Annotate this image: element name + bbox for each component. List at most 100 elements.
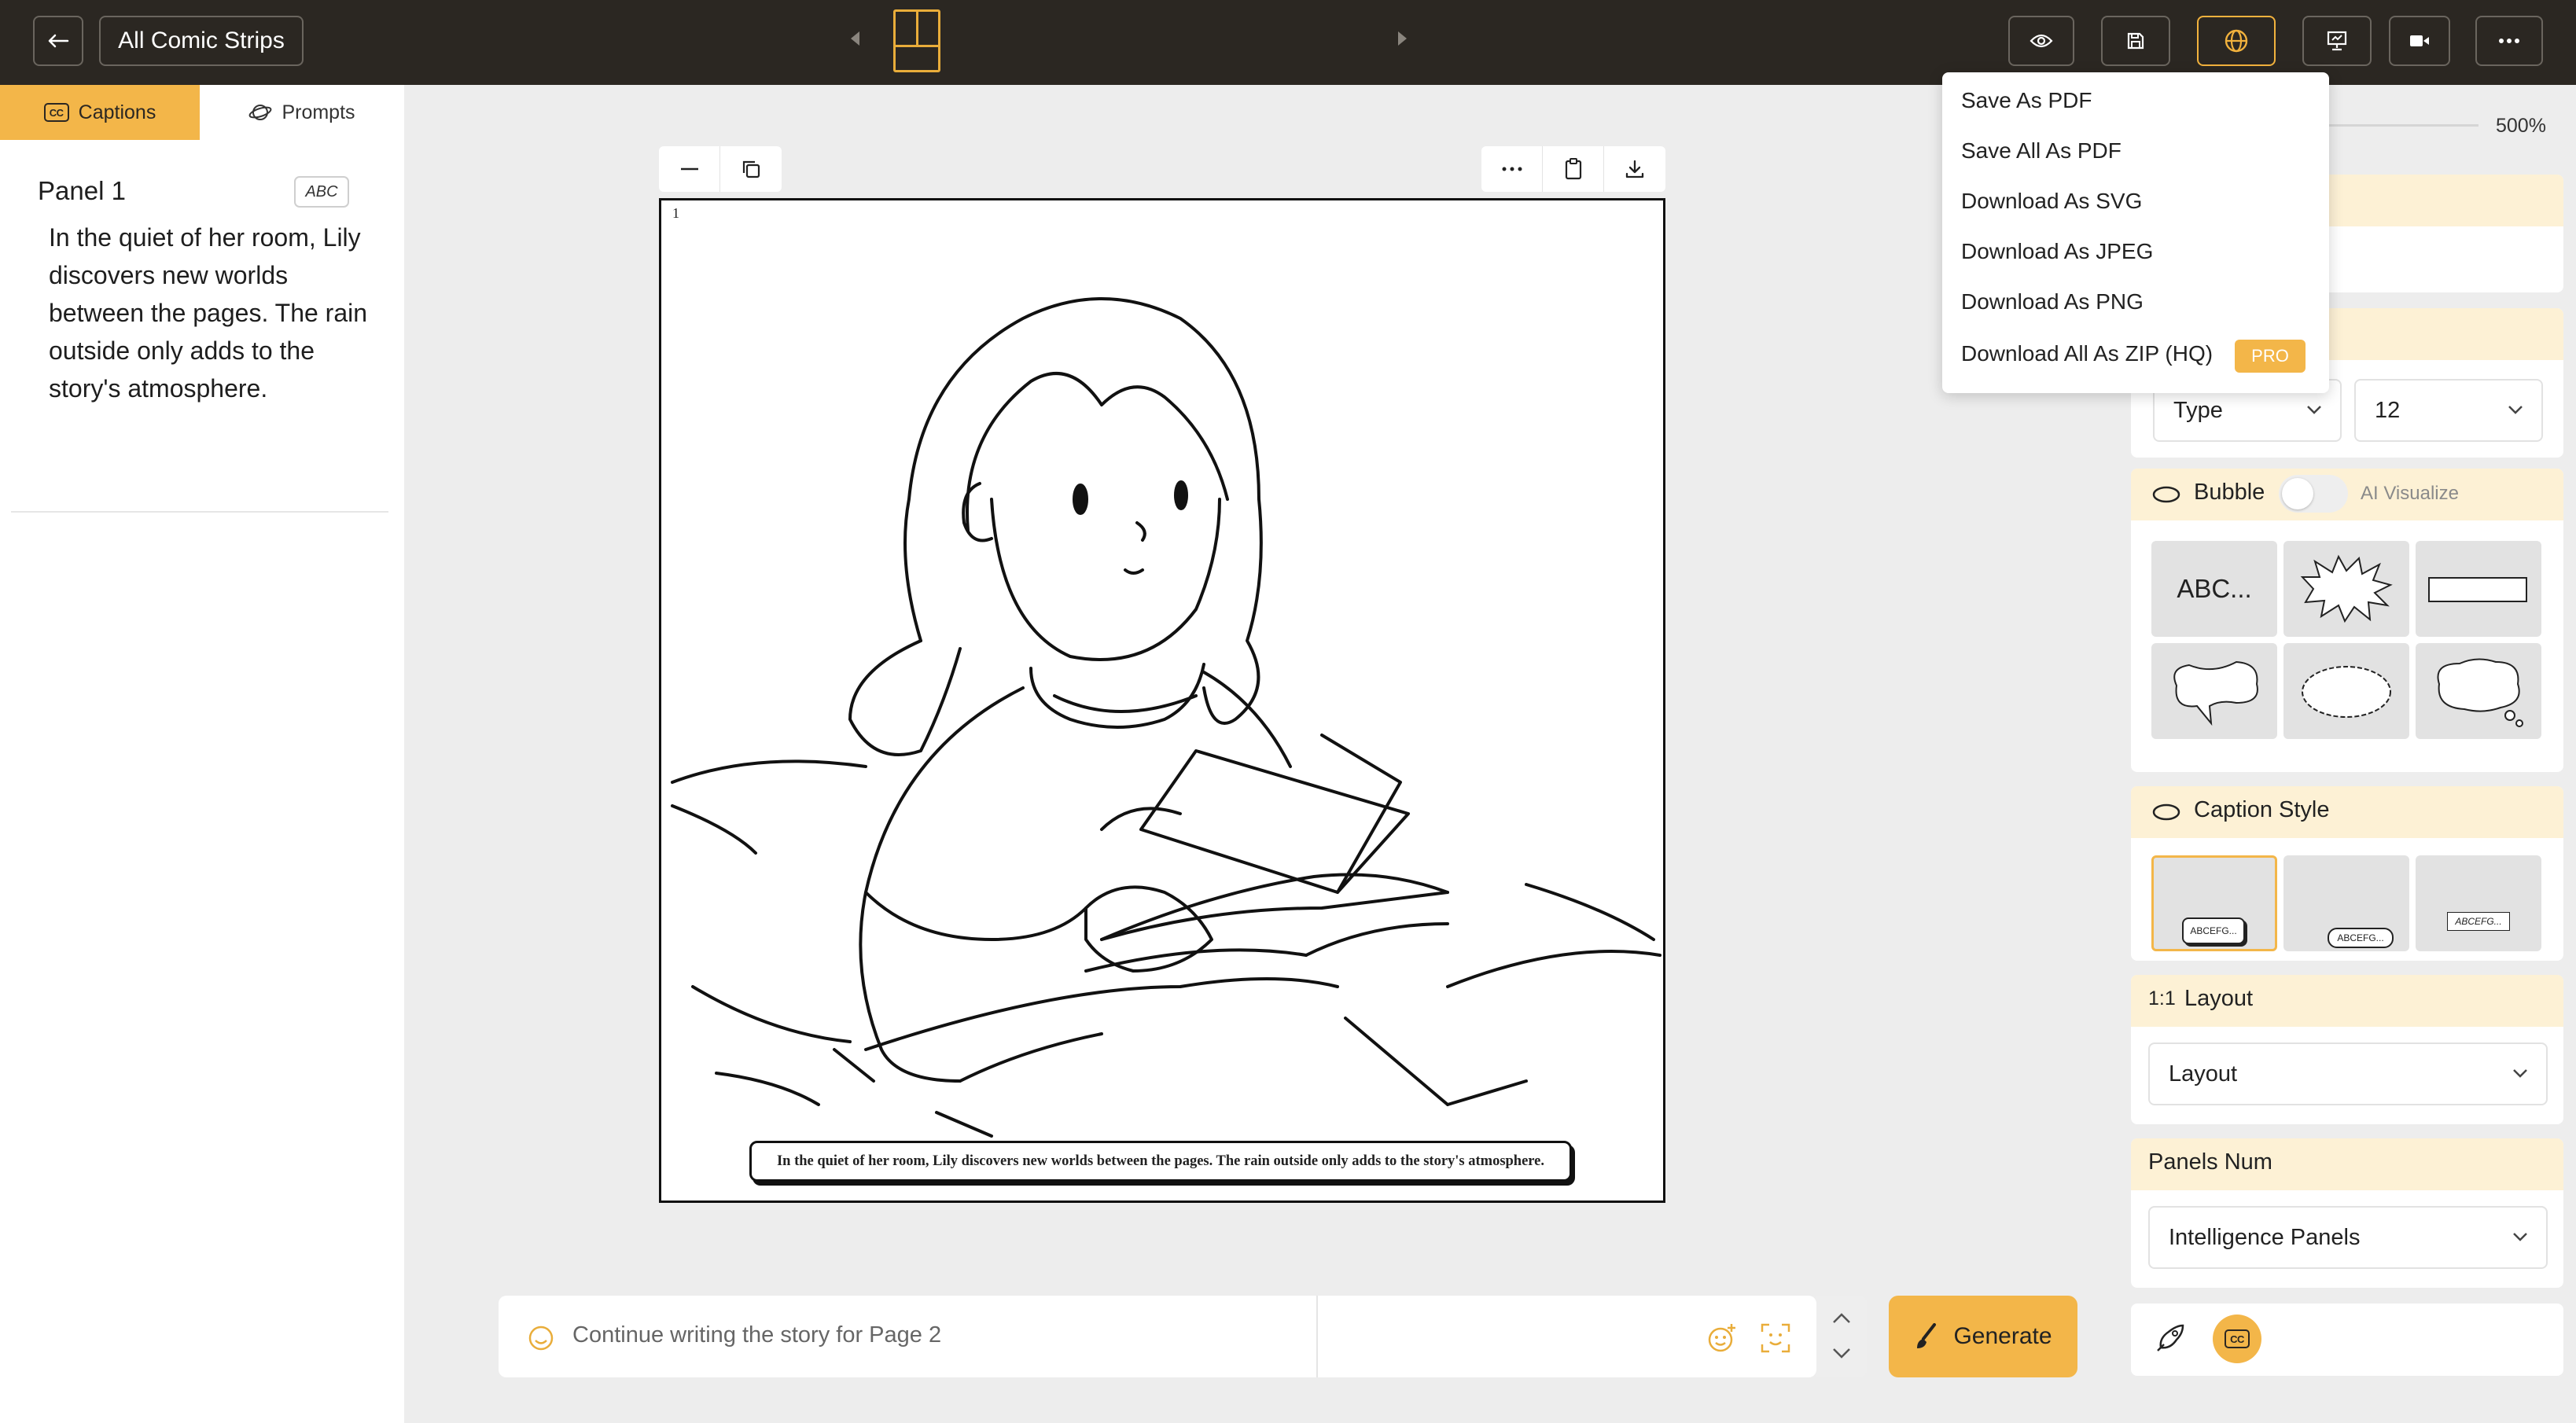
chevron-down-icon[interactable] bbox=[1832, 1348, 1851, 1359]
layout-ratio-label: 1:1 bbox=[2148, 987, 2176, 1009]
zoom-level: 500% bbox=[2496, 115, 2546, 137]
quick-actions-card: CC bbox=[2131, 1303, 2563, 1376]
bubble-style-rectangle[interactable] bbox=[2416, 541, 2541, 637]
clipboard-button[interactable] bbox=[1543, 146, 1604, 192]
presentation-icon bbox=[2327, 31, 2347, 51]
emoji-plus-icon[interactable] bbox=[1706, 1322, 1738, 1354]
duplicate-panel-button[interactable] bbox=[720, 146, 782, 192]
minimize-panel-button[interactable] bbox=[659, 146, 720, 192]
save-icon bbox=[2127, 32, 2144, 50]
panel-toolbar-right bbox=[1481, 146, 1665, 192]
caption-style-sample: ABCEFG... bbox=[2447, 912, 2510, 931]
tab-prompts[interactable]: Prompts bbox=[200, 85, 404, 140]
next-page-arrow-icon[interactable] bbox=[1398, 31, 1407, 46]
panel-title: Panel 1 bbox=[38, 176, 126, 205]
caption-style-sample: ABCEFG... bbox=[2328, 928, 2394, 948]
panel-caption-text[interactable]: In the quiet of her room, Lily discovers… bbox=[49, 219, 371, 407]
captions-toggle-button[interactable]: CC bbox=[2213, 1315, 2261, 1363]
export-button[interactable] bbox=[2197, 16, 2276, 66]
panel-toolbar-left bbox=[659, 146, 782, 192]
menu-download-as-jpeg[interactable]: Download As JPEG bbox=[1961, 239, 2153, 264]
page-thumbnail[interactable] bbox=[893, 9, 940, 72]
save-button[interactable] bbox=[2101, 16, 2170, 66]
eye-icon bbox=[2030, 34, 2053, 48]
panel-caption-bubble[interactable]: In the quiet of her room, Lily discovers… bbox=[749, 1141, 1572, 1182]
layout-value: Layout bbox=[2169, 1061, 2238, 1087]
ai-visualize-label: AI Visualize bbox=[2361, 483, 2459, 504]
more-options-button[interactable] bbox=[2475, 16, 2543, 66]
presentation-button[interactable] bbox=[2302, 16, 2372, 66]
cc-icon: CC bbox=[2225, 1329, 2250, 1348]
menu-save-as-pdf[interactable]: Save As PDF bbox=[1961, 88, 2092, 113]
burst-bubble-icon bbox=[2300, 554, 2393, 623]
caption-style-option-2[interactable]: ABCEFG... bbox=[2283, 855, 2409, 951]
caption-style-option-1[interactable]: ABCEFG... bbox=[2151, 855, 2277, 951]
caption-style-option-3[interactable]: ABCEFG... bbox=[2416, 855, 2541, 951]
pro-badge: PRO bbox=[2235, 340, 2306, 373]
caption-style-card: Caption Style ABCEFG... ABCEFG... ABCEFG… bbox=[2131, 786, 2563, 961]
speech-bubble-icon bbox=[2152, 803, 2180, 821]
left-sidebar: CC Captions Prompts Panel 1 ABC In the q… bbox=[0, 85, 404, 1423]
caption-style-title: Caption Style bbox=[2194, 797, 2330, 822]
video-icon bbox=[2410, 35, 2429, 46]
zoom-slider-track[interactable] bbox=[2329, 124, 2478, 127]
download-panel-button[interactable] bbox=[1604, 146, 1665, 192]
generate-label: Generate bbox=[1953, 1323, 2052, 1349]
previous-page-arrow-icon[interactable] bbox=[851, 31, 859, 46]
all-comic-strips-label: All Comic Strips bbox=[118, 28, 285, 53]
more-icon bbox=[1502, 167, 1522, 171]
back-button[interactable] bbox=[33, 16, 83, 66]
bubble-style-thought[interactable] bbox=[2416, 643, 2541, 739]
bubble-style-burst[interactable] bbox=[2283, 541, 2409, 637]
face-scan-icon[interactable] bbox=[1760, 1322, 1791, 1354]
text-style-badge[interactable]: ABC bbox=[294, 176, 349, 208]
planet-icon bbox=[249, 105, 272, 120]
panels-num-value: Intelligence Panels bbox=[2169, 1225, 2361, 1250]
font-size-value: 12 bbox=[2375, 398, 2401, 423]
bubble-card: Bubble AI Visualize ABC... bbox=[2131, 469, 2563, 772]
all-comic-strips-button[interactable]: All Comic Strips bbox=[99, 16, 304, 66]
minus-icon bbox=[680, 167, 698, 171]
caption-style-sample: ABCEFG... bbox=[2182, 917, 2245, 944]
font-size-select[interactable]: 12 bbox=[2354, 379, 2543, 442]
bubble-style-scalloped[interactable] bbox=[2283, 643, 2409, 739]
layout-select[interactable]: Layout bbox=[2148, 1042, 2548, 1105]
video-button[interactable] bbox=[2389, 16, 2450, 66]
bubble-title: Bubble bbox=[2194, 480, 2265, 505]
tab-captions[interactable]: CC Captions bbox=[0, 85, 200, 140]
panels-num-select[interactable]: Intelligence Panels bbox=[2148, 1206, 2548, 1269]
menu-download-all-as-zip[interactable]: Download All As ZIP (HQ) bbox=[1961, 341, 2213, 366]
menu-download-as-png[interactable]: Download As PNG bbox=[1961, 289, 2144, 314]
download-icon bbox=[1625, 160, 1644, 178]
comic-illustration bbox=[671, 297, 1662, 1138]
font-type-value: Type bbox=[2173, 398, 2223, 423]
rectangle-bubble-icon bbox=[2428, 577, 2527, 602]
menu-download-as-svg[interactable]: Download As SVG bbox=[1961, 189, 2142, 214]
rocket-icon[interactable] bbox=[2155, 1322, 2186, 1354]
generate-button[interactable]: Generate bbox=[1889, 1296, 2077, 1377]
thought-bubble-icon bbox=[2437, 658, 2523, 727]
panels-num-card: Panels Num Intelligence Panels bbox=[2131, 1138, 2563, 1288]
speech-bubble-icon bbox=[2152, 486, 2180, 503]
export-menu: Save As PDF Save All As PDF Download As … bbox=[1942, 72, 2329, 393]
chevron-down-icon bbox=[2513, 1233, 2527, 1241]
prompt-divider bbox=[1316, 1296, 1318, 1377]
preview-button[interactable] bbox=[2008, 16, 2074, 66]
chevron-down-icon bbox=[2513, 1069, 2527, 1078]
bubble-style-text[interactable]: ABC... bbox=[2151, 541, 2277, 637]
panel-more-button[interactable] bbox=[1481, 146, 1543, 192]
story-prompt-input[interactable]: Continue writing the story for Page 2 bbox=[572, 1322, 941, 1348]
brush-icon bbox=[1917, 1323, 1937, 1348]
prompt-history-arrows[interactable] bbox=[1816, 1296, 1867, 1377]
cc-icon: CC bbox=[43, 103, 69, 122]
layout-title: Layout bbox=[2184, 986, 2254, 1011]
globe-icon bbox=[2225, 29, 2248, 53]
ai-visualize-toggle[interactable] bbox=[2279, 475, 2348, 513]
menu-save-all-as-pdf[interactable]: Save All As PDF bbox=[1961, 138, 2122, 164]
bubble-style-speech[interactable] bbox=[2151, 643, 2277, 739]
tab-captions-label: Captions bbox=[78, 101, 156, 123]
chevron-up-icon[interactable] bbox=[1832, 1313, 1851, 1324]
smile-sparkle-icon bbox=[528, 1326, 554, 1351]
comic-panel[interactable]: 1 In the quiet of her room, Lily discove… bbox=[659, 198, 1665, 1203]
scalloped-bubble-icon bbox=[2302, 666, 2391, 718]
